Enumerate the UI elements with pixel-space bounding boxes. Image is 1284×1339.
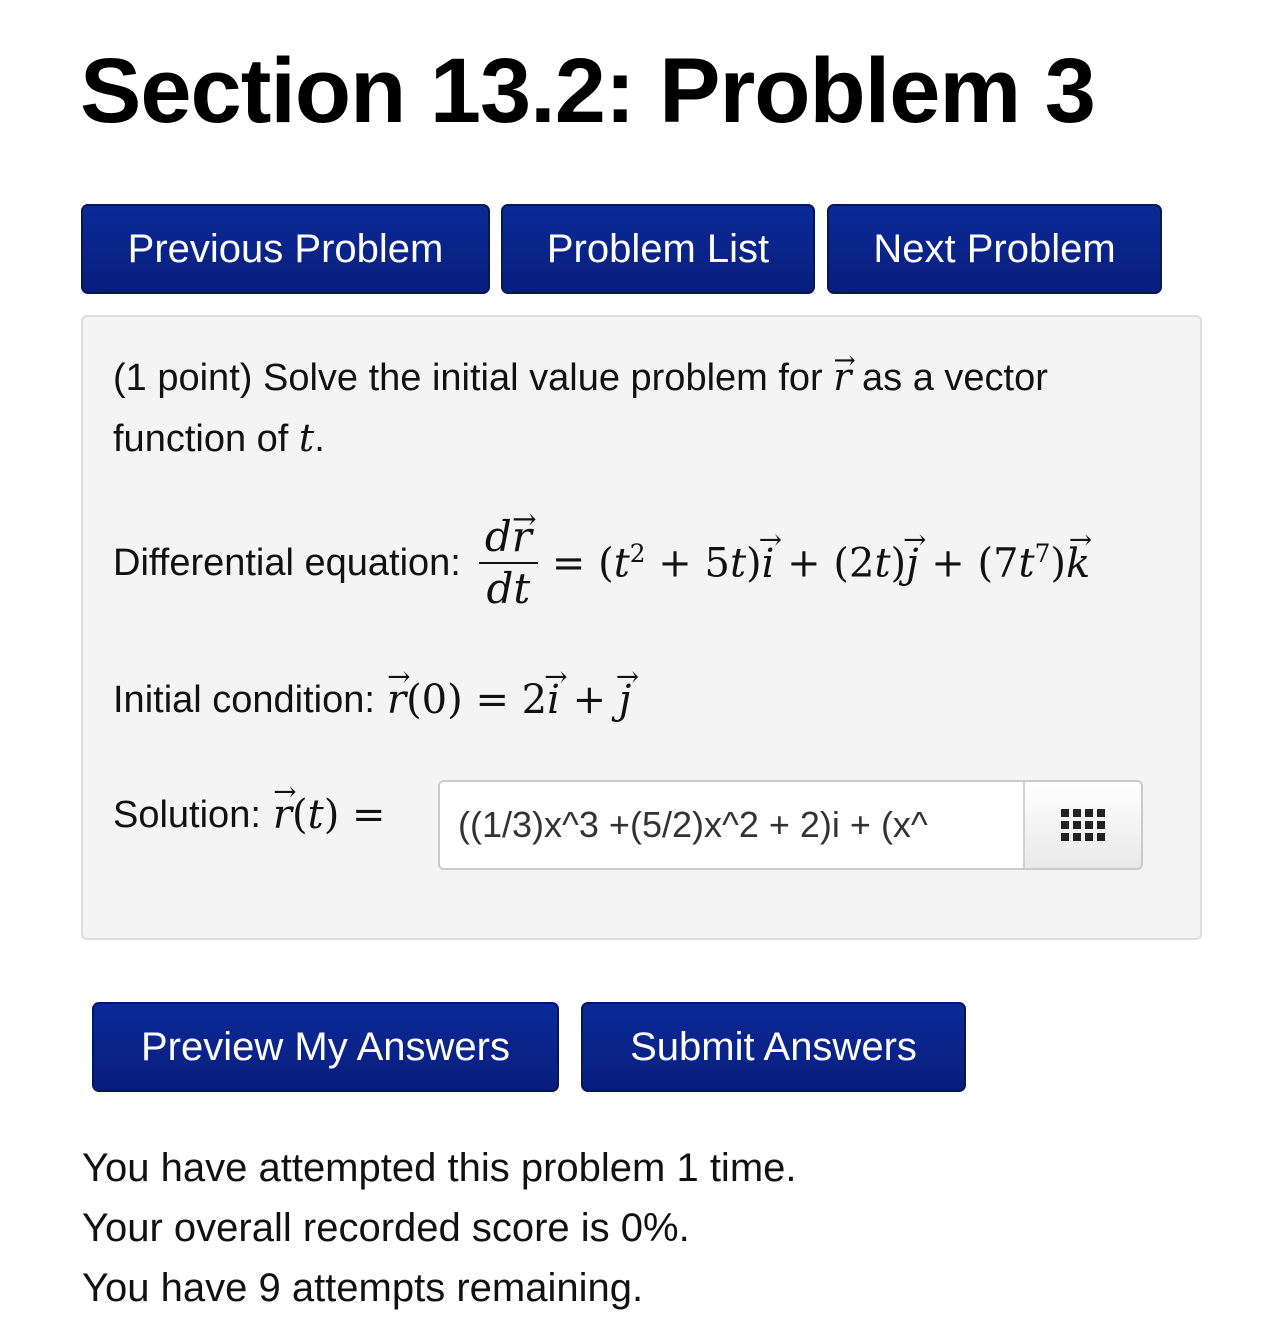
prompt-end: .	[314, 418, 325, 460]
solution-lhs: r(t) =	[273, 792, 386, 838]
prompt-start: Solve the initial value problem for	[262, 357, 823, 399]
vector-r: r	[833, 347, 851, 407]
problem-list-button[interactable]: Problem List	[501, 204, 815, 294]
derivative-fraction: dr dt	[478, 512, 538, 614]
solution-input[interactable]	[440, 782, 1023, 868]
initial-label: Initial condition:	[113, 678, 375, 721]
equation-editor-button[interactable]	[1023, 782, 1141, 868]
remaining-text: You have 9 attempts remaining.	[82, 1266, 644, 1310]
page-title: Section 13.2: Problem 3	[80, 40, 1096, 142]
initial-condition-expression: r(0) = 2i + j	[387, 677, 631, 723]
submit-answers-button[interactable]: Submit Answers	[581, 1002, 966, 1092]
score-text: Your overall recorded score is 0%.	[82, 1206, 690, 1250]
variable-t: t	[298, 416, 315, 460]
preview-answers-button[interactable]: Preview My Answers	[92, 1002, 559, 1092]
solution-label: Solution:	[113, 793, 261, 836]
points-label: (1 point)	[113, 357, 253, 399]
problem-panel: (1 point) Solve the initial value proble…	[81, 315, 1202, 940]
grid-icon	[1061, 809, 1105, 841]
differential-equation-row: Differential equation: dr dt = (t2 + 5t)…	[113, 512, 1090, 614]
solution-row: Solution: r(t) =	[113, 792, 386, 838]
answer-field	[438, 780, 1143, 870]
attempts-text: You have attempted this problem 1 time.	[82, 1146, 797, 1190]
problem-statement: (1 point) Solve the initial value proble…	[113, 347, 1173, 469]
differential-equation-rhs: = (t2 + 5t)i + (2t)j + (7t7)k	[552, 539, 1090, 586]
initial-condition-row: Initial condition: r(0) = 2i + j	[113, 677, 631, 723]
next-problem-button[interactable]: Next Problem	[827, 204, 1162, 294]
differential-label: Differential equation:	[113, 541, 461, 584]
previous-problem-button[interactable]: Previous Problem	[81, 204, 490, 294]
attempt-status: You have attempted this problem 1 time. …	[82, 1138, 797, 1318]
